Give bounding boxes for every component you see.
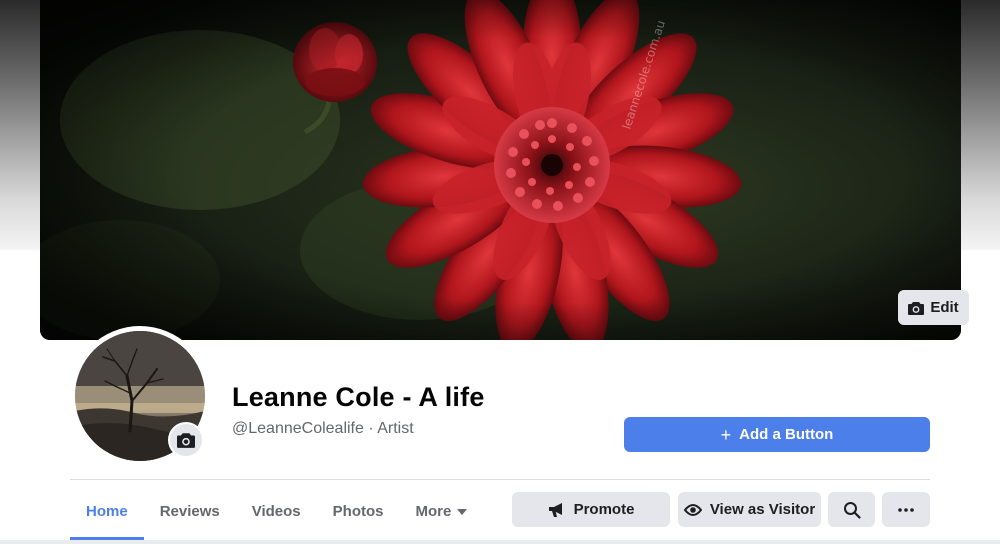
search-icon: [843, 501, 861, 519]
camera-icon: [908, 301, 925, 315]
page-tabs: Home Reviews Videos Photos More: [70, 488, 483, 544]
divider: [70, 479, 930, 480]
tab-home[interactable]: Home: [70, 488, 144, 540]
promote-button[interactable]: Promote: [512, 492, 670, 527]
bottom-divider: [0, 540, 1000, 544]
tab-photos[interactable]: Photos: [317, 488, 400, 534]
promote-label: Promote: [573, 501, 635, 518]
view-as-visitor-button[interactable]: View as Visitor: [678, 492, 821, 527]
tab-label: More: [415, 502, 452, 520]
plus-icon: +: [720, 424, 732, 445]
add-a-button[interactable]: + Add a Button: [624, 417, 930, 452]
megaphone-icon: [548, 502, 562, 517]
eye-icon: [683, 503, 702, 516]
ellipsis-icon: [898, 507, 914, 512]
tab-more[interactable]: More: [400, 488, 484, 534]
tab-label: Photos: [332, 502, 384, 520]
tab-videos[interactable]: Videos: [236, 488, 317, 534]
cover-photo[interactable]: leannecole.com.au: [40, 0, 961, 340]
cover-flower-image: leannecole.com.au: [40, 0, 961, 340]
caret-down-icon: [457, 509, 468, 515]
camera-icon: [177, 433, 195, 448]
tab-reviews[interactable]: Reviews: [144, 488, 236, 534]
search-button[interactable]: [828, 492, 875, 527]
more-options-button[interactable]: [882, 492, 930, 527]
page-title: Leanne Cole - A life: [232, 382, 485, 412]
tab-label: Videos: [251, 502, 301, 520]
edit-cover-label: Edit: [930, 299, 959, 316]
page-handle-category: @LeanneColealife · Artist: [232, 420, 414, 437]
tab-label: Home: [86, 502, 128, 520]
update-profile-picture-button[interactable]: [168, 422, 204, 458]
add-a-button-label: Add a Button: [739, 426, 834, 443]
tab-label: Reviews: [159, 502, 220, 520]
edit-cover-button[interactable]: Edit: [898, 290, 969, 325]
view-as-visitor-label: View as Visitor: [709, 501, 816, 518]
